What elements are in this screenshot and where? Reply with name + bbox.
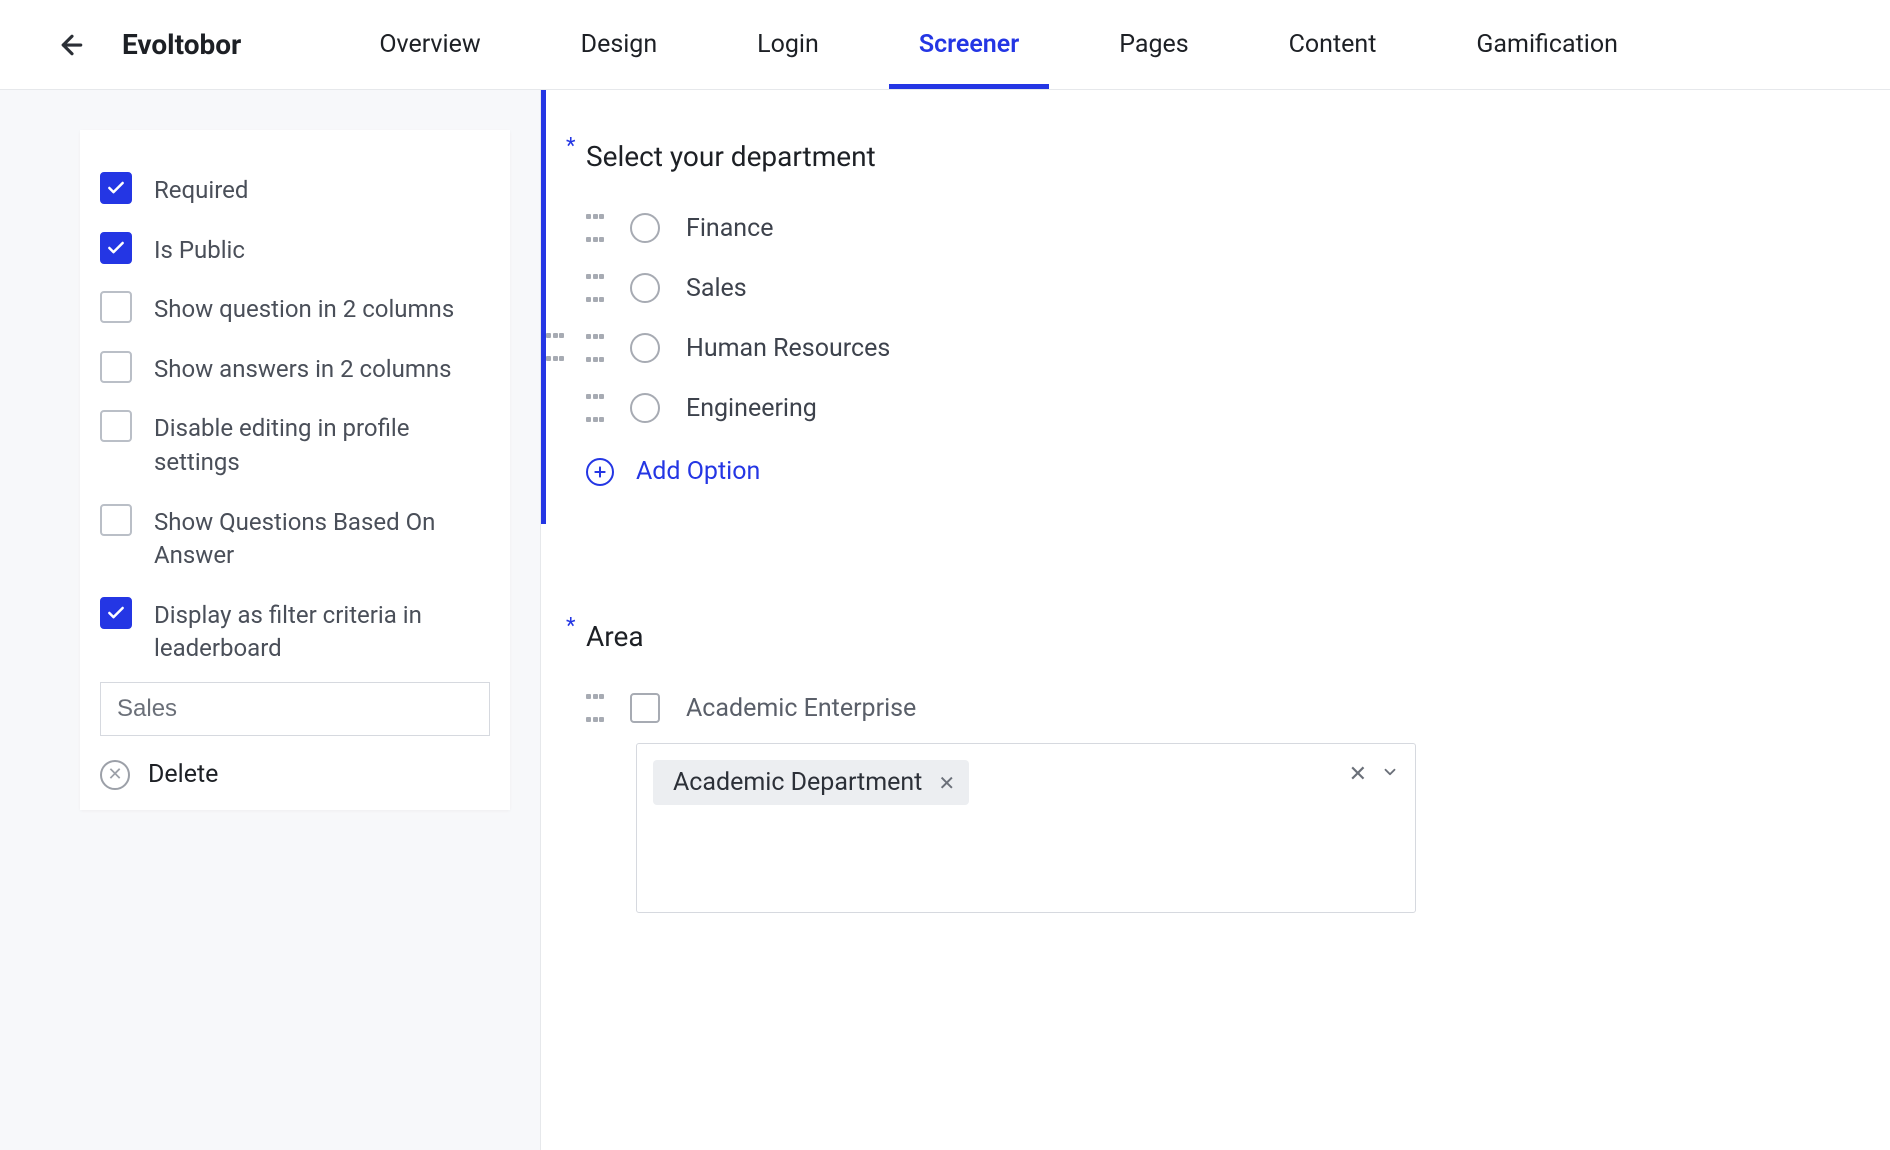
label-disable-editing: Disable editing in profile settings: [154, 410, 490, 479]
chevron-down-icon[interactable]: [1381, 762, 1399, 787]
label-conditional: Show Questions Based On Answer: [154, 504, 490, 573]
select-controls: ✕: [1349, 762, 1399, 787]
drag-handle-icon[interactable]: [586, 694, 604, 722]
tab-overview[interactable]: Overview: [329, 0, 530, 89]
delete-button[interactable]: ✕ Delete: [100, 736, 490, 790]
delete-label: Delete: [148, 760, 218, 789]
label-required: Required: [154, 172, 248, 208]
drag-handle-icon[interactable]: [586, 214, 604, 242]
tab-content[interactable]: Content: [1239, 0, 1427, 89]
add-option-button[interactable]: Add Option: [586, 457, 1850, 486]
label-question-2col: Show question in 2 columns: [154, 291, 454, 327]
sidebar-column: Required Is Public Show question in 2 co…: [0, 90, 540, 1150]
setting-disable-editing: Disable editing in profile settings: [100, 398, 490, 491]
plus-circle-icon: [586, 458, 614, 486]
area-tag-select[interactable]: Academic Department ✕ ✕: [636, 743, 1416, 913]
question-title[interactable]: Select your department: [586, 140, 1850, 173]
checkbox-answers-2col[interactable]: [100, 351, 132, 383]
label-answers-2col: Show answers in 2 columns: [154, 351, 452, 387]
tab-screener[interactable]: Screener: [869, 0, 1069, 89]
option-label[interactable]: Sales: [686, 274, 747, 303]
checkbox-is-public[interactable]: [100, 232, 132, 264]
arrow-left-icon: [57, 30, 87, 60]
setting-filter-criteria: Display as filter criteria in leaderboar…: [100, 585, 490, 678]
tab-gamification[interactable]: Gamification: [1426, 0, 1668, 89]
checkbox-filter-criteria[interactable]: [100, 597, 132, 629]
option-row: Human Resources: [586, 333, 1850, 363]
drag-handle-icon[interactable]: [546, 333, 564, 361]
setting-answers-2col: Show answers in 2 columns: [100, 339, 490, 399]
area-option-row: Academic Enterprise: [586, 693, 1850, 723]
radio-input[interactable]: [630, 333, 660, 363]
radio-input[interactable]: [630, 393, 660, 423]
radio-input[interactable]: [630, 273, 660, 303]
area-option-label[interactable]: Academic Enterprise: [686, 694, 916, 723]
app-header: Evoltobor Overview Design Login Screener…: [0, 0, 1890, 90]
option-list: Finance Sales Human Resources Engineerin…: [586, 213, 1850, 423]
drag-handle-icon[interactable]: [586, 334, 604, 362]
question-title[interactable]: Area: [586, 620, 1850, 653]
check-icon: [106, 603, 126, 623]
question-department: Select your department Finance Sales Hum…: [541, 90, 1850, 524]
app-title: Evoltobor: [122, 28, 241, 61]
option-row: Sales: [586, 273, 1850, 303]
check-icon: [106, 178, 126, 198]
close-circle-icon: ✕: [100, 760, 130, 790]
checkbox-disable-editing[interactable]: [100, 410, 132, 442]
option-row: Finance: [586, 213, 1850, 243]
checkbox-question-2col[interactable]: [100, 291, 132, 323]
setting-question-2col: Show question in 2 columns: [100, 279, 490, 339]
tag-remove-icon[interactable]: ✕: [938, 773, 955, 793]
back-button[interactable]: [50, 23, 94, 67]
main-editor: Select your department Finance Sales Hum…: [540, 90, 1890, 1150]
radio-input[interactable]: [630, 213, 660, 243]
checkbox-conditional[interactable]: [100, 504, 132, 536]
clear-all-icon[interactable]: ✕: [1349, 762, 1367, 787]
add-option-label: Add Option: [636, 457, 760, 486]
checkbox-required[interactable]: [100, 172, 132, 204]
tab-pages[interactable]: Pages: [1069, 0, 1238, 89]
question-settings-panel: Required Is Public Show question in 2 co…: [80, 130, 510, 810]
label-filter-criteria: Display as filter criteria in leaderboar…: [154, 597, 490, 666]
filter-criteria-input[interactable]: [100, 682, 490, 736]
setting-required: Required: [100, 160, 490, 220]
label-is-public: Is Public: [154, 232, 245, 268]
question-area: Area Academic Enterprise Academic Depart…: [541, 570, 1850, 951]
option-label[interactable]: Human Resources: [686, 334, 890, 363]
option-label[interactable]: Finance: [686, 214, 773, 243]
tag-label: Academic Department: [673, 768, 922, 797]
tab-design[interactable]: Design: [531, 0, 708, 89]
option-label[interactable]: Engineering: [686, 394, 817, 423]
drag-handle-icon[interactable]: [586, 274, 604, 302]
drag-handle-icon[interactable]: [586, 394, 604, 422]
option-row: Engineering: [586, 393, 1850, 423]
tab-login[interactable]: Login: [707, 0, 869, 89]
checkbox-area-option[interactable]: [630, 693, 660, 723]
setting-conditional: Show Questions Based On Answer: [100, 492, 490, 585]
check-icon: [106, 238, 126, 258]
setting-is-public: Is Public: [100, 220, 490, 280]
tag-chip: Academic Department ✕: [653, 760, 969, 805]
tab-bar: Overview Design Login Screener Pages Con…: [329, 0, 1840, 89]
